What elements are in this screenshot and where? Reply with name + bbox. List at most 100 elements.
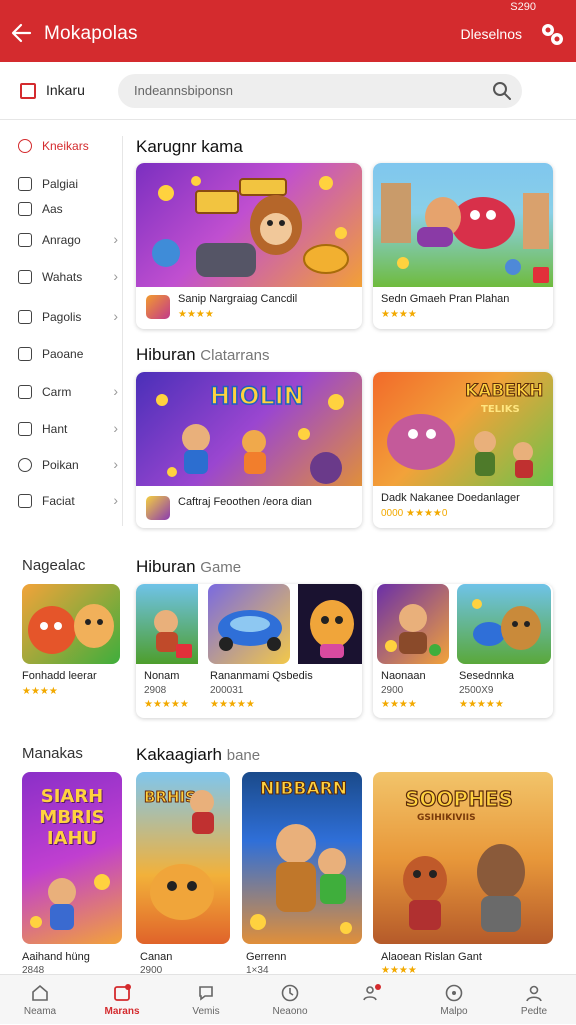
game-rating: ★★★★★ [210,699,255,710]
help-icon [445,984,463,1002]
profile-icon [526,985,542,1002]
side-section-title: Manakas [22,745,83,762]
banner-subtitle-right: TELIKS [481,404,520,415]
game-tile-label: Fonhadd leerar [22,670,97,682]
game-poster[interactable]: SOOPHES GSIHIKIVIIS [373,772,553,944]
game-poster-label: Alaoean Rislan Gant [381,951,482,963]
game-art [373,163,553,287]
game-poster-label: Aaihand hüng [22,951,90,963]
chevron-right-icon: › [113,456,118,472]
game-rating: ★★★★★ [144,699,189,710]
category-icon [18,494,32,508]
game-poster[interactable]: BRHIS [136,772,230,944]
sidebar-item-2[interactable]: Aas [18,199,118,221]
game-poster[interactable]: NIBBARN [242,772,362,944]
filter-bar: Inkaru Indeannsbiponsn [0,62,576,120]
game-card[interactable]: KABEKH TELIKS Dadk Nakanee Doedanlager 0… [373,372,553,528]
chevron-right-icon: › [113,231,118,247]
sidebar-item-label: Kneikars [42,139,89,153]
nav-item-chat[interactable]: Vemis [170,975,242,1025]
sidebar-item-6[interactable]: Paoane [18,344,118,366]
game-title: Nonam [144,670,180,682]
sidebar-item-10[interactable]: Faciat › [18,491,118,513]
nav-item-profile[interactable]: Pedte [498,975,570,1025]
game-card[interactable]: Sanip Nargraiag Cancdil ★★★★ [136,163,362,329]
bottom-navigation: Neama Marans Vemis Neaono Malpo Pedte [0,974,576,1024]
filter-checkbox[interactable] [20,83,36,99]
sidebar-item-label: Carm [42,385,72,399]
sidebar-item-9[interactable]: Poikan › [18,455,118,477]
header-right-link[interactable]: Dleselnos [461,26,522,42]
nav-item-people[interactable] [336,975,408,1025]
game-art: KABEKH TELIKS [373,372,553,486]
game-art [377,584,449,664]
banner-title-left: HIOLIN [210,382,304,410]
category-icon [18,458,32,472]
game-poster-art: NIBBARN [250,779,352,934]
game-card-group[interactable]: Nonam 2908 ★★★★★ Rananmami Qsbedis 20003… [136,584,362,718]
section-title: Karugnr kama [136,137,243,157]
chat-icon [199,986,213,1001]
chevron-right-icon: › [113,492,118,508]
chevron-right-icon: › [113,383,118,399]
chevron-right-icon: › [113,268,118,284]
nav-label: Marans [104,1006,140,1017]
people-icon [363,984,381,1001]
sidebar-item-label: Faciat [42,494,75,508]
category-icon [18,422,32,436]
section-title: Hiburan Clatarrans [136,345,269,365]
game-card[interactable]: Sedn Gmaeh Pran Plahan ★★★★ [373,163,553,329]
nav-item-store[interactable]: Marans [86,975,158,1025]
category-icon [18,139,32,153]
game-title: Naonaan [381,670,426,682]
game-card-group[interactable]: Naonaan 2900 ★★★★ Sesednnka 2500X9 ★★★★★ [373,584,553,718]
nav-item-home[interactable]: Neama [4,975,76,1025]
nav-item-clock[interactable]: Neaono [254,975,326,1025]
sidebar-item-1[interactable]: Palgiai [18,174,118,196]
game-card[interactable]: HIOLIN Caftraj Feoothen /eora dian [136,372,362,528]
sidebar-item-0[interactable]: Kneikars [18,136,118,158]
game-app-icon [146,295,170,319]
category-icon [18,177,32,191]
game-art-illustration [381,183,549,283]
store-icon [114,984,131,1001]
sidebar-item-5[interactable]: Pagolis › [18,307,118,329]
nav-label: Malpo [440,1006,468,1017]
app-bar: S290 Mokapolas Dleselnos [0,0,576,62]
game-art-illustration [472,599,541,650]
sidebar-item-3[interactable]: Anrago › [18,230,118,252]
back-arrow-icon[interactable] [10,22,32,44]
section-title-text: Kakaagiarh [136,745,223,764]
section-subtitle: Game [200,559,242,576]
settings-icon[interactable] [538,20,566,48]
status-bar-text: S290 [510,1,536,13]
game-rating: ★★★★★ [459,699,504,710]
game-tile[interactable] [22,584,120,664]
search-input[interactable]: Indeannsbiponsn [118,74,522,108]
banner-title-right: KABEKH [465,381,543,401]
game-poster-art: BRHIS [144,788,214,920]
game-art-illustration [152,176,349,277]
search-icon[interactable] [492,81,512,101]
game-art-illustration [28,604,114,654]
game-art-illustration [154,610,192,658]
poster-subtitle: GSIHIKIVIIS [417,813,476,823]
section-title: Hiburan Game [136,557,241,577]
game-art [136,163,362,287]
game-art-illustration: KABEKH TELIKS [387,381,544,478]
sidebar-item-4[interactable]: Wahats › [18,267,118,289]
game-poster-label: Gerrenn [246,951,287,963]
poster-title: NIBBARN [260,779,347,799]
game-count: 2908 [144,685,167,696]
nav-item-help[interactable]: Malpo [418,975,490,1025]
search-placeholder: Indeannsbiponsn [134,83,234,98]
game-poster-art: SIARH MBRIS IAHU [30,786,110,930]
sidebar-item-8[interactable]: Hant › [18,419,118,441]
sidebar-item-label: Pagolis [42,310,82,324]
game-title: Dadk Nakanee Doedanlager [381,492,520,504]
chevron-right-icon: › [113,308,118,324]
game-rating: 0000 ★★★★0 [381,508,448,519]
game-poster[interactable]: SIARH MBRIS IAHU [22,772,122,944]
sidebar-item-7[interactable]: Carm › [18,382,118,404]
game-art-illustration [310,600,354,658]
